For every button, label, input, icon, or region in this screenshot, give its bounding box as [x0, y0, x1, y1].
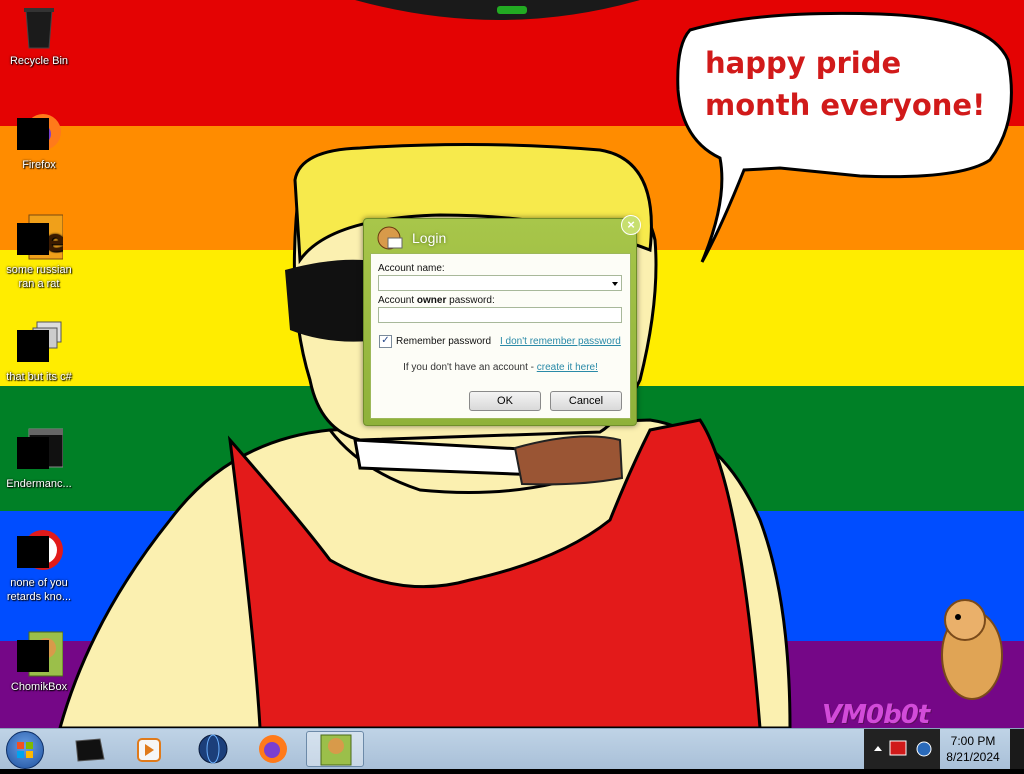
desktop-icon-label: some russian ran a rat [6, 264, 72, 290]
show-desktop-button[interactable] [1010, 729, 1024, 769]
taskbar: 7:00 PM 8/21/2024 [0, 728, 1024, 769]
create-account-link[interactable]: create it here! [537, 362, 598, 373]
speech-bubble-text: happy pride month everyone! [705, 46, 986, 122]
desktop-icon-endermanc[interactable]: Endermanc... [0, 427, 78, 491]
desktop-icon-that-but-csharp[interactable]: that but its c# [0, 320, 78, 384]
password-label: Account owner password: [378, 295, 495, 306]
desktop-icon-label: none of you retards kno... [6, 577, 72, 603]
artist-signature: VM0b0t [822, 700, 930, 728]
account-name-combo[interactable] [378, 275, 622, 291]
no-account-text: If you don't have an account - create it… [403, 362, 598, 373]
desktop-icon-label: Endermanc... [6, 478, 72, 490]
chevron-down-icon[interactable] [612, 282, 618, 286]
media-center-icon[interactable] [60, 731, 118, 767]
hamster-box-icon [15, 630, 64, 678]
app-e-icon: e [15, 213, 65, 261]
desktop-icon-recycle-bin[interactable]: Recycle Bin [0, 4, 78, 68]
login-dialog: Login × Account name: Account owner pass… [363, 215, 641, 426]
cancel-button[interactable]: Cancel [550, 391, 622, 411]
globe-icon[interactable] [184, 731, 242, 767]
close-button[interactable]: × [621, 215, 641, 235]
chevron-up-icon [874, 746, 882, 751]
media-player-icon[interactable] [120, 731, 178, 767]
firefox-icon[interactable] [244, 731, 302, 767]
desktop-icon-firefox[interactable]: Firefox [0, 108, 78, 172]
recycle-bin-icon [15, 4, 63, 52]
remember-password-label: Remember password [396, 336, 492, 347]
desktop-icon-label: Recycle Bin [9, 55, 69, 67]
chomikbox-icon[interactable] [306, 731, 364, 767]
dialog-body: Account name: Account owner password: ✓ … [370, 253, 631, 419]
red-circle-icon [15, 526, 63, 574]
hamster-icon [376, 224, 404, 250]
password-field[interactable] [378, 307, 622, 323]
windows-stack-icon [15, 320, 63, 368]
start-button[interactable] [6, 731, 44, 769]
desktop-icon-some-russian[interactable]: e some russian ran a rat [0, 213, 78, 291]
system-tray [864, 729, 940, 769]
dialog-title: Login [412, 230, 447, 246]
remember-password-checkbox[interactable]: ✓ [379, 335, 392, 348]
desktop-icon-label: Firefox [22, 159, 56, 171]
desktop-icon-none-of-you[interactable]: none of you retards kno... [0, 526, 78, 604]
desktop-icon-chomikbox[interactable]: ChomikBox [0, 630, 78, 694]
clock-date: 8/21/2024 [946, 750, 1000, 764]
desktop-icon-label: ChomikBox [10, 681, 68, 693]
forgot-password-link[interactable]: I don't remember password [500, 336, 621, 347]
firefox-icon [15, 108, 63, 156]
clock-time: 7:00 PM [950, 734, 996, 748]
console-icon [15, 427, 64, 475]
account-name-label: Account name: [378, 263, 445, 274]
ok-button[interactable]: OK [469, 391, 541, 411]
taskbar-clock[interactable]: 7:00 PM 8/21/2024 [940, 733, 1006, 765]
windows-logo-icon [17, 742, 33, 758]
desktop-icon-label: that but its c# [6, 371, 72, 383]
